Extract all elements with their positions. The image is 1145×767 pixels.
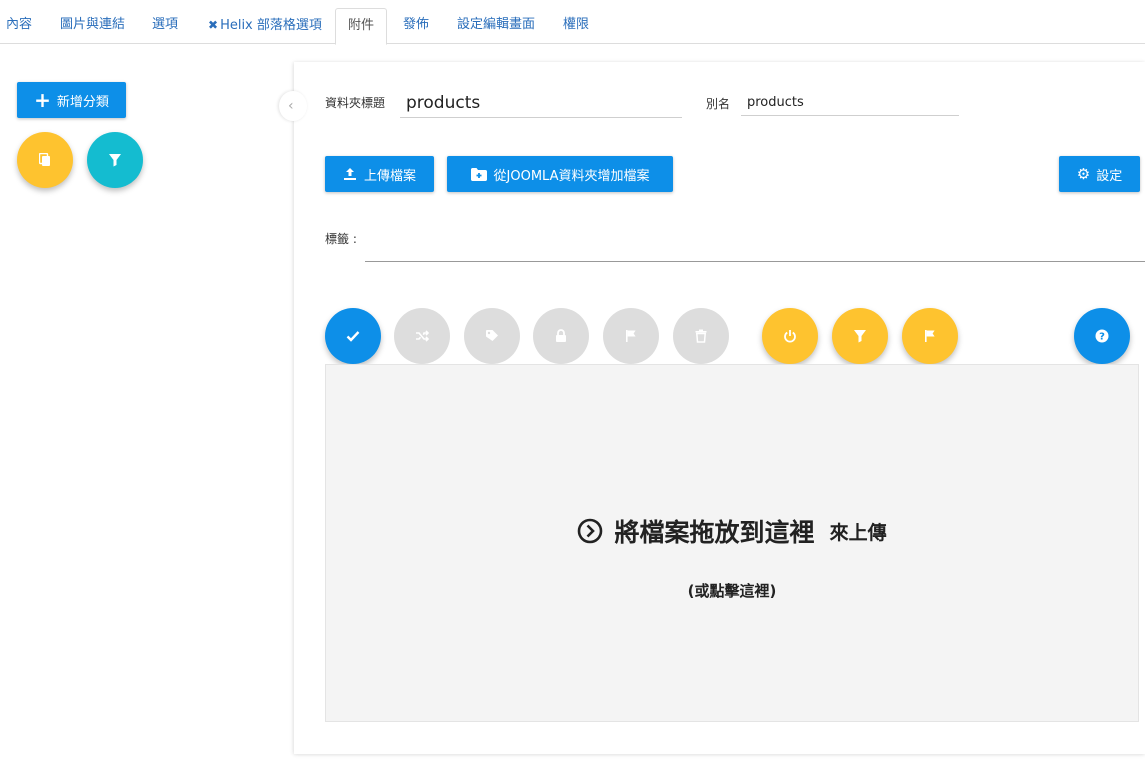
copy-button[interactable] bbox=[17, 132, 73, 188]
tab-label: 選項 bbox=[152, 17, 179, 32]
help-button[interactable]: ? bbox=[1074, 308, 1130, 364]
flag-button[interactable] bbox=[603, 308, 659, 364]
publish-toggle-button[interactable] bbox=[762, 308, 818, 364]
add-from-joomla-label: 從JOOMLA資料夾增加檔案 bbox=[493, 168, 650, 184]
shuffle-icon bbox=[416, 330, 429, 342]
gear-icon: ⚙ bbox=[1076, 165, 1091, 183]
add-category-label: 新增分類 bbox=[56, 94, 109, 110]
move-button[interactable] bbox=[394, 308, 450, 364]
folder-plus-icon bbox=[470, 167, 487, 181]
tab-bar: 內容 圖片與連結 選項 ✖ Helix 部落格選項 附件 發佈 設定編輯畫面 權限 bbox=[0, 0, 1145, 45]
filter-icon bbox=[109, 154, 121, 167]
dropzone-message: 將檔案拖放到這裡 來上傳 bbox=[326, 513, 1138, 549]
chevron-left-icon: ‹ bbox=[288, 98, 294, 114]
tab-content[interactable]: 內容 bbox=[6, 8, 32, 44]
tab-label: 內容 bbox=[6, 17, 33, 32]
upload-files-button[interactable]: 上傳檔案 bbox=[325, 156, 434, 192]
tab-label: 權限 bbox=[563, 17, 590, 32]
delete-button[interactable] bbox=[673, 308, 729, 364]
upload-icon bbox=[343, 168, 356, 180]
dropzone-sub-text: (或點擊這裡) bbox=[687, 582, 777, 600]
dropzone-suffix-text: 來上傳 bbox=[829, 521, 887, 544]
collapse-sidebar-button[interactable]: ‹ bbox=[279, 91, 307, 121]
select-all-button[interactable] bbox=[325, 308, 381, 364]
feature-button[interactable] bbox=[902, 308, 958, 364]
settings-button[interactable]: ⚙ 設定 bbox=[1059, 156, 1140, 192]
upload-files-label: 上傳檔案 bbox=[363, 168, 416, 184]
folder-title-input[interactable] bbox=[400, 88, 682, 118]
flag-icon bbox=[925, 330, 935, 342]
filter-files-button[interactable] bbox=[832, 308, 888, 364]
check-icon bbox=[346, 331, 360, 342]
power-icon bbox=[784, 330, 796, 343]
dropzone-main-text: 將檔案拖放到這裡 bbox=[614, 518, 815, 547]
flag-icon bbox=[626, 330, 636, 342]
alias-label: 別名 bbox=[706, 97, 731, 111]
circle-chevron-right-icon bbox=[578, 518, 603, 544]
lock-icon bbox=[556, 329, 566, 342]
filter-icon bbox=[854, 330, 866, 343]
filter-button[interactable] bbox=[87, 132, 143, 188]
add-category-button[interactable]: + 新增分類 bbox=[17, 82, 126, 118]
tab-permissions[interactable]: 權限 bbox=[563, 8, 589, 44]
help-icon: ? bbox=[1095, 329, 1109, 343]
tab-label: 圖片與連結 bbox=[60, 17, 126, 32]
trash-icon bbox=[695, 329, 707, 343]
svg-text:?: ? bbox=[1099, 332, 1105, 343]
tab-options[interactable]: 選項 bbox=[152, 8, 178, 44]
joomla-icon: ✖ bbox=[208, 18, 219, 32]
tab-publishing[interactable]: 發佈 bbox=[403, 8, 429, 44]
tab-helix-blog-options[interactable]: ✖ Helix 部落格選項 bbox=[208, 8, 322, 44]
tab-images-links[interactable]: 圖片與連結 bbox=[60, 8, 125, 44]
tab-label: 設定編輯畫面 bbox=[457, 17, 536, 32]
tab-label: 發佈 bbox=[403, 17, 430, 32]
tags-label: 標籤 : bbox=[325, 232, 357, 246]
file-dropzone[interactable]: 將檔案拖放到這裡 來上傳 (或點擊這裡) bbox=[325, 364, 1139, 722]
alias-input[interactable] bbox=[741, 89, 959, 116]
tag-icon bbox=[486, 330, 498, 341]
tags-input[interactable] bbox=[365, 232, 1145, 262]
copy-icon bbox=[39, 153, 50, 166]
tab-label: 附件 bbox=[348, 18, 375, 33]
tab-editor-settings[interactable]: 設定編輯畫面 bbox=[457, 8, 535, 44]
add-from-joomla-button[interactable]: 從JOOMLA資料夾增加檔案 bbox=[447, 156, 673, 192]
settings-label: 設定 bbox=[1096, 168, 1123, 184]
tag-button[interactable] bbox=[464, 308, 520, 364]
tab-label: Helix 部落格選項 bbox=[220, 18, 322, 33]
tab-attachments[interactable]: 附件 bbox=[335, 8, 388, 45]
lock-button[interactable] bbox=[533, 308, 589, 364]
folder-title-label: 資料夾標題 bbox=[325, 96, 386, 110]
plus-icon: + bbox=[34, 88, 51, 112]
